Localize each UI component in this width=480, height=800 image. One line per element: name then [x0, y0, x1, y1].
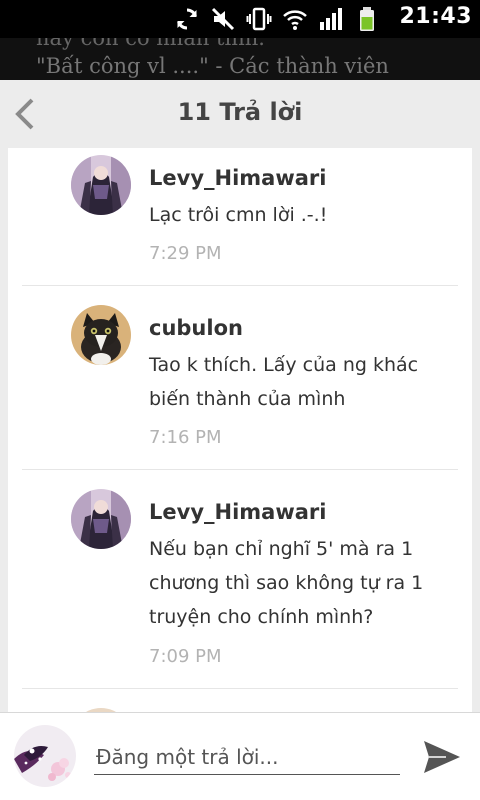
list-item[interactable]: Levy_Himawari Nếu bạn chỉ nghĩ 5' mà ra …: [22, 470, 458, 689]
reply-message: Nếu bạn chỉ nghĩ 5' mà ra 1 chương thì s…: [149, 538, 424, 628]
list-item[interactable]: Levy_Himawari Lạc trôi cmn lời .-.! 7:29…: [22, 148, 458, 286]
username[interactable]: cubulon: [149, 316, 243, 340]
page-title: 11 Trả lời: [177, 98, 303, 126]
reply-input[interactable]: [94, 739, 400, 775]
replies-list[interactable]: Levy_Himawari Lạc trôi cmn lời .-.! 7:29…: [8, 148, 472, 712]
sync-icon: [177, 8, 197, 30]
list-item[interactable]: [22, 689, 458, 712]
replies-header: 11 Trả lời: [0, 80, 480, 148]
reply-message: Tao k thích. Lấy của ng khác biến thành …: [149, 354, 419, 410]
status-clock: 21:43: [399, 4, 472, 29]
status-bar: 21:43: [0, 0, 480, 38]
reply-message: Lạc trôi cmn lời .-.!: [149, 204, 328, 226]
send-icon[interactable]: [420, 735, 464, 779]
username[interactable]: Levy_Himawari: [149, 166, 326, 190]
avatar[interactable]: [71, 155, 131, 215]
avatar[interactable]: [14, 725, 76, 787]
avatar[interactable]: [71, 489, 131, 549]
story-line: hay còn có nhân tình.: [36, 38, 265, 50]
wifi-icon: [283, 10, 307, 30]
avatar-user-image: [14, 725, 76, 787]
avatar-anime-image: [71, 489, 131, 549]
story-line: "Bất công vl ...." - Các thành viên: [36, 54, 389, 78]
status-icons: [174, 6, 380, 32]
signal-icon: [320, 8, 342, 30]
username[interactable]: Levy_Himawari: [149, 500, 326, 524]
list-item[interactable]: cubulon Tao k thích. Lấy của ng khác biế…: [22, 286, 458, 470]
avatar[interactable]: [71, 305, 131, 365]
reply-composer: [0, 712, 480, 800]
reply-timestamp: 7:16 PM: [149, 427, 222, 448]
reply-timestamp: 7:09 PM: [149, 646, 222, 667]
vibrate-icon: [246, 7, 272, 31]
avatar-anime-image: [71, 155, 131, 215]
mute-icon: [211, 7, 235, 31]
story-background-text: hay còn có nhân tình. "Bất công vl ...."…: [0, 38, 480, 80]
avatar-kitten-image: [71, 305, 131, 365]
battery-icon: [360, 7, 374, 31]
reply-timestamp: 7:29 PM: [149, 243, 222, 264]
